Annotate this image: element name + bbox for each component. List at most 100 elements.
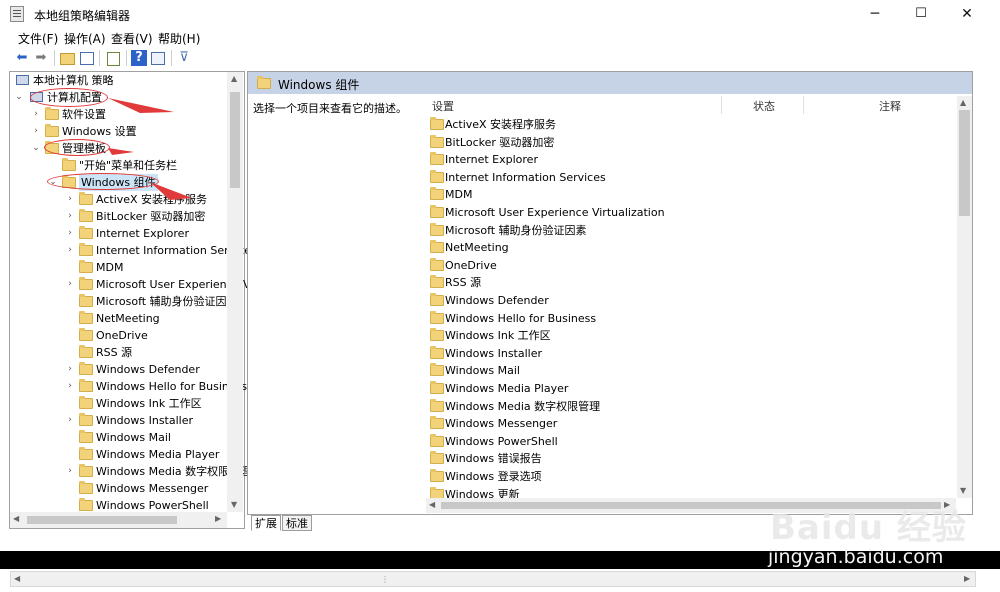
folder-icon	[430, 152, 444, 166]
tree-item[interactable]: Windows Hello for Business	[96, 378, 247, 395]
folder-icon	[79, 413, 93, 426]
details-vertical-scrollbar[interactable]: ▲ ▼	[957, 96, 972, 498]
setting-item[interactable]: Windows Messenger	[445, 415, 557, 432]
menu-view[interactable]: 查看(V)	[111, 30, 153, 47]
show-hide-tree-icon[interactable]	[79, 50, 95, 66]
setting-item[interactable]: Windows 登录选项	[445, 468, 542, 485]
tree-hscroll-thumb[interactable]	[27, 516, 177, 524]
folder-icon	[79, 294, 93, 307]
scroll-left-icon[interactable]: ◀	[13, 514, 19, 523]
scroll-right-icon[interactable]: ▶	[215, 514, 221, 523]
setting-item[interactable]: Windows Installer	[445, 345, 542, 362]
tree-item[interactable]: RSS 源	[96, 344, 132, 361]
menu-file[interactable]: 文件(F)	[18, 30, 58, 47]
column-setting[interactable]: 设置	[432, 98, 454, 114]
maximize-button[interactable]: ☐	[898, 0, 944, 28]
folder-icon	[430, 222, 444, 236]
expand-arrow-icon[interactable]: ›	[65, 208, 75, 225]
scroll-down-icon[interactable]: ▼	[960, 486, 966, 495]
tree-item[interactable]: MDM	[96, 259, 123, 276]
tree-item[interactable]: Windows Defender	[96, 361, 200, 378]
tree-item[interactable]: Windows Mail	[96, 429, 171, 446]
folder-icon	[79, 447, 93, 460]
setting-item[interactable]: Internet Information Services	[445, 169, 606, 186]
menu-help[interactable]: 帮助(H)	[158, 30, 200, 47]
setting-item[interactable]: Internet Explorer	[445, 151, 538, 168]
tree-horizontal-scrollbar[interactable]: ◀ ▶	[10, 512, 227, 528]
setting-item[interactable]: Microsoft User Experience Virtualization	[445, 204, 665, 221]
up-folder-icon[interactable]	[59, 50, 75, 66]
setting-item[interactable]: Windows Mail	[445, 362, 520, 379]
scroll-grip-icon[interactable]: ⋮	[381, 575, 389, 584]
tree-item[interactable]: Windows Media Player	[96, 446, 219, 463]
column-comment[interactable]: 注释	[879, 98, 901, 114]
tab-extended[interactable]: 扩展	[251, 515, 281, 531]
tree-item[interactable]: NetMeeting	[96, 310, 160, 327]
close-button[interactable]: ✕	[944, 0, 990, 28]
setting-item[interactable]: Microsoft 辅助身份验证因素	[445, 222, 587, 239]
tree-item[interactable]: Windows Messenger	[96, 480, 208, 497]
expand-arrow-icon[interactable]: ›	[65, 242, 75, 259]
folder-icon	[430, 134, 444, 148]
tree-item[interactable]: BitLocker 驱动器加密	[96, 208, 205, 225]
setting-item[interactable]: Windows 错误报告	[445, 450, 542, 467]
help-icon[interactable]: ?	[131, 50, 147, 66]
tree-item[interactable]: Microsoft 辅助身份验证因素	[96, 293, 238, 310]
folder-icon	[79, 328, 93, 341]
setting-item[interactable]: OneDrive	[445, 257, 497, 274]
setting-item[interactable]: BitLocker 驱动器加密	[445, 134, 554, 151]
folder-icon	[430, 310, 444, 324]
back-arrow-icon[interactable]: ⬅	[14, 50, 30, 66]
details-scroll-thumb[interactable]	[959, 110, 970, 216]
tab-standard[interactable]: 标准	[282, 515, 312, 531]
tree-item[interactable]: OneDrive	[96, 327, 148, 344]
folder-icon	[430, 469, 444, 482]
column-state[interactable]: 状态	[753, 98, 775, 114]
scroll-left-icon[interactable]: ◀	[429, 500, 435, 509]
folder-icon	[79, 209, 93, 222]
scroll-right-icon[interactable]: ▶	[964, 574, 970, 583]
window-horizontal-scrollbar[interactable]: ◀ ⋮ ▶	[10, 571, 976, 587]
folder-icon	[79, 498, 93, 511]
forward-arrow-icon[interactable]: ➡	[33, 50, 49, 66]
setting-item[interactable]: NetMeeting	[445, 239, 509, 256]
folder-icon	[79, 430, 93, 443]
setting-item[interactable]: RSS 源	[445, 274, 481, 291]
annotation-arrow	[108, 98, 174, 113]
export-list-icon[interactable]	[105, 50, 121, 66]
scroll-up-icon[interactable]: ▲	[960, 98, 966, 107]
column-divider[interactable]	[721, 96, 722, 114]
expand-arrow-icon[interactable]: ›	[65, 225, 75, 242]
column-divider[interactable]	[803, 96, 804, 114]
setting-item[interactable]: ActiveX 安装程序服务	[445, 116, 556, 133]
expand-arrow-icon[interactable]: ›	[65, 463, 75, 480]
tree-item[interactable]: Windows Installer	[96, 412, 193, 429]
setting-item[interactable]: Windows Ink 工作区	[445, 327, 551, 344]
expand-arrow-icon[interactable]: ›	[65, 412, 75, 429]
folder-icon	[79, 226, 93, 239]
tree-item[interactable]: Windows Ink 工作区	[96, 395, 202, 412]
setting-item[interactable]: Windows Hello for Business	[445, 310, 596, 327]
setting-item[interactable]: Windows Media 数字权限管理	[445, 398, 600, 415]
title-bar	[0, 0, 1000, 28]
annotation-arrow	[150, 182, 192, 200]
expand-arrow-icon[interactable]: ›	[65, 361, 75, 378]
setting-item[interactable]: MDM	[445, 186, 472, 203]
expand-arrow-icon[interactable]: ›	[65, 378, 75, 395]
folder-icon	[79, 260, 93, 273]
scroll-left-icon[interactable]: ◀	[14, 574, 20, 583]
folder-icon	[430, 240, 444, 254]
minimize-button[interactable]: ─	[852, 0, 898, 28]
description-text: 选择一个项目来查看它的描述。	[253, 102, 407, 115]
tree-item[interactable]: Internet Explorer	[96, 225, 189, 242]
setting-item[interactable]: Windows PowerShell	[445, 433, 558, 450]
properties-icon[interactable]	[150, 50, 166, 66]
filter-icon[interactable]: ⊽	[176, 50, 192, 66]
toolbar-separator	[99, 50, 100, 66]
setting-item[interactable]: Windows Media Player	[445, 380, 568, 397]
menu-action[interactable]: 操作(A)	[64, 30, 106, 47]
scroll-down-icon[interactable]: ▼	[231, 500, 237, 509]
expand-arrow-icon[interactable]: ›	[65, 276, 75, 293]
toolbar-separator	[54, 50, 55, 66]
setting-item[interactable]: Windows Defender	[445, 292, 549, 309]
